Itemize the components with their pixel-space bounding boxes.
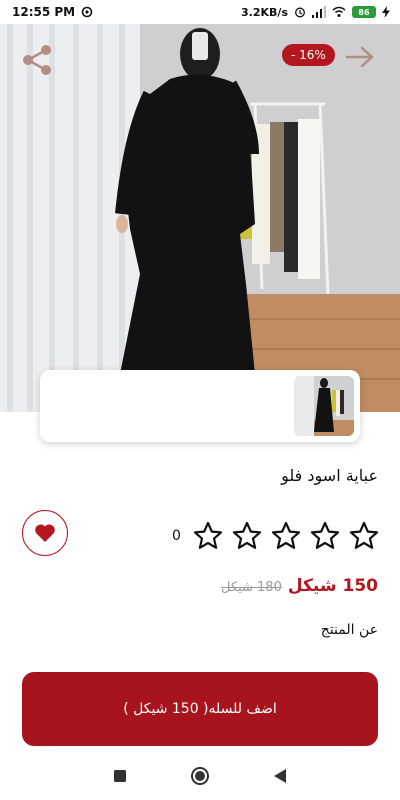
status-time: 12:55 PM (12, 5, 76, 19)
signal-icon (312, 6, 326, 18)
discount-badge: - 16% (282, 44, 335, 66)
wifi-icon (332, 6, 346, 17)
favorite-button[interactable] (22, 510, 68, 556)
add-to-cart-button[interactable]: اضف للسله( 150 شيكل ) (22, 672, 378, 746)
nav-back-button[interactable] (268, 764, 292, 788)
status-right: 3.2KB/s 86 (241, 6, 390, 19)
nav-recents-button[interactable] (108, 764, 132, 788)
product-title: عباية اسود فلو (281, 466, 378, 485)
battery-indicator: 86 (352, 6, 376, 18)
status-bar: 12:55 PM 3.2KB/s 86 (0, 0, 400, 24)
product-photo (0, 24, 400, 412)
price-current: 150 شيكل (287, 576, 378, 596)
charging-icon (382, 6, 390, 18)
circle-icon (191, 767, 209, 785)
star-outline-icon[interactable] (309, 520, 341, 552)
status-left: 12:55 PM (12, 5, 93, 19)
star-outline-icon[interactable] (231, 520, 263, 552)
rating-stars[interactable] (192, 520, 380, 552)
product-image[interactable]: - 16% (0, 24, 400, 412)
sync-icon (81, 6, 93, 18)
arrow-right-icon (345, 46, 374, 68)
about-product-link[interactable]: عن المنتج (321, 622, 378, 638)
star-outline-icon[interactable] (270, 520, 302, 552)
thumbnail-photo (294, 376, 354, 436)
thumbnail-strip (40, 370, 360, 442)
nav-home-button[interactable] (188, 764, 212, 788)
share-icon (23, 45, 51, 75)
square-icon (114, 770, 126, 782)
alarm-icon (295, 7, 305, 18)
price-row: 150 شيكل 180 شيكل (221, 576, 378, 596)
system-nav-bar (0, 752, 400, 800)
forward-button[interactable] (344, 44, 376, 70)
star-outline-icon[interactable] (348, 520, 380, 552)
rating-count: 0 (172, 528, 181, 544)
thumbnail-image[interactable] (294, 376, 354, 436)
triangle-back-icon (274, 769, 286, 783)
share-button[interactable] (20, 42, 56, 78)
heart-icon (35, 524, 55, 542)
star-outline-icon[interactable] (192, 520, 224, 552)
network-speed: 3.2KB/s (241, 5, 288, 19)
price-old: 180 شيكل (221, 580, 282, 595)
